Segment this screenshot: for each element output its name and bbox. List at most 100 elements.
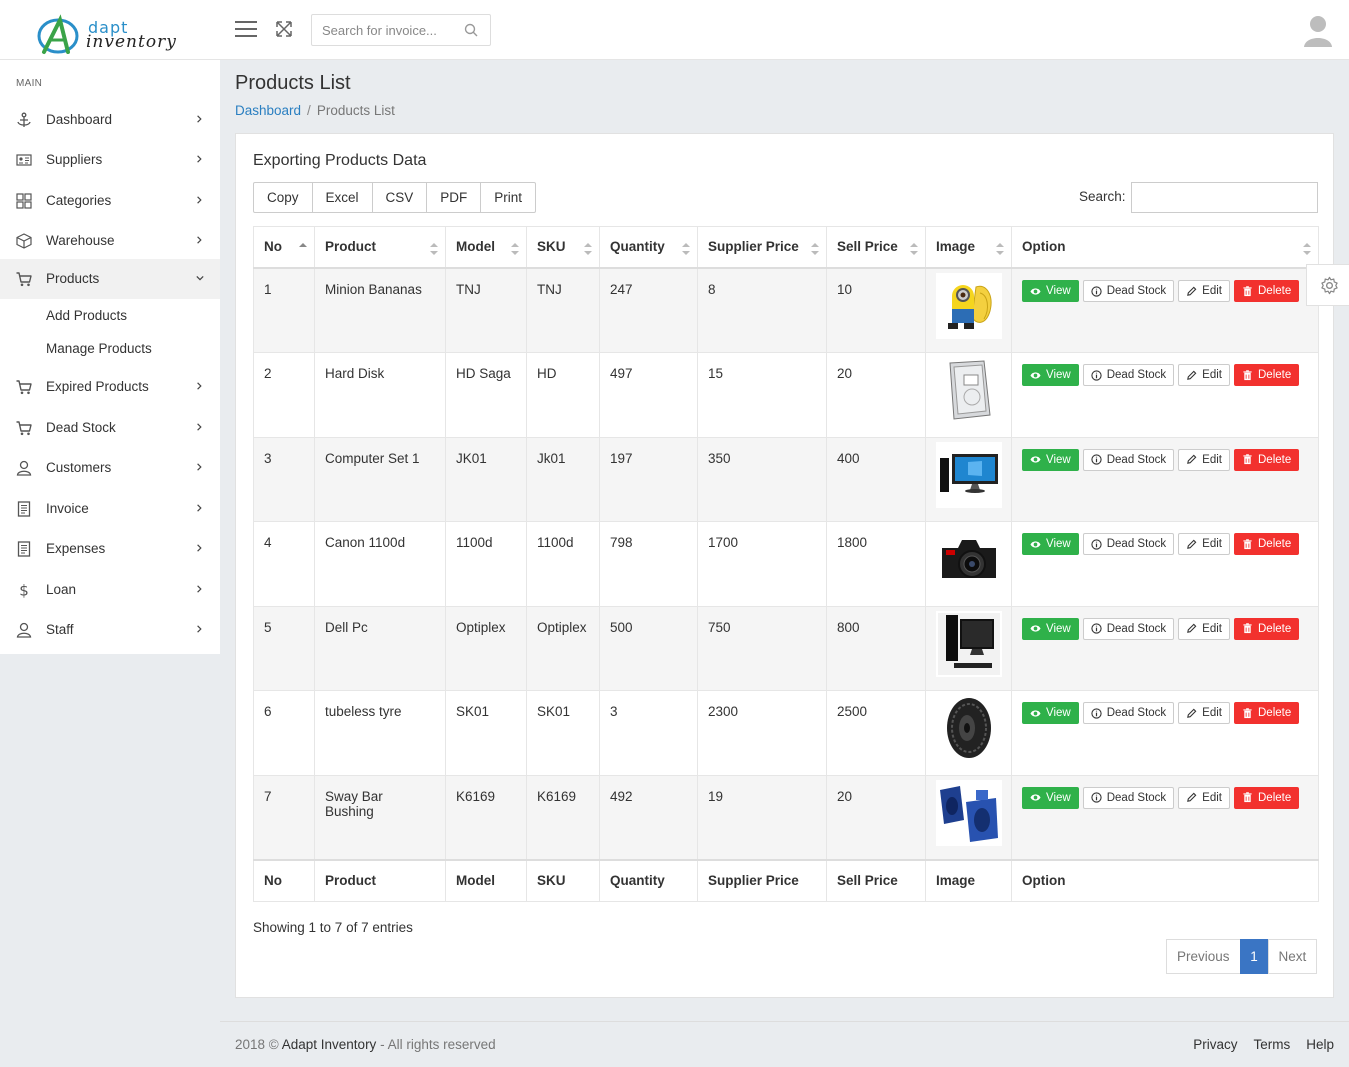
cell-sell-price: 20 — [826, 352, 926, 438]
sidebar-subitem-add-products[interactable]: Add Products — [46, 308, 127, 323]
product-image-minion[interactable] — [936, 273, 1002, 339]
breadcrumb-home-link[interactable]: Dashboard — [235, 103, 301, 118]
sidebar-item-staff[interactable]: Staff — [0, 610, 220, 650]
table-row[interactable]: 1 Minion Bananas TNJ TNJ 247 8 10 View Dead Stoc… — [253, 267, 1319, 353]
sidebar-item-categories[interactable]: Categories — [0, 181, 220, 221]
delete-button[interactable]: Delete — [1234, 617, 1300, 640]
pagination-previous[interactable]: Previous — [1166, 939, 1241, 974]
column-header-option[interactable]: Option — [1011, 226, 1319, 269]
view-button[interactable]: View — [1022, 702, 1079, 724]
sidebar-item-suppliers[interactable]: Suppliers — [0, 140, 220, 180]
sort-icon[interactable] — [811, 243, 819, 255]
sidebar-item-dashboard[interactable]: Dashboard — [0, 100, 220, 140]
edit-button[interactable]: Edit — [1178, 617, 1230, 640]
app-logo[interactable]: dapt inventory — [36, 14, 186, 56]
sidebar-item-invoice[interactable]: Invoice — [0, 489, 220, 529]
dead-stock-button[interactable]: Dead Stock — [1082, 617, 1175, 640]
pagination-next[interactable]: Next — [1267, 939, 1318, 974]
edit-button[interactable]: Edit — [1178, 786, 1230, 809]
sidebar-item-loan[interactable]: $ Loan — [0, 570, 220, 610]
column-header-no[interactable]: No — [253, 226, 315, 269]
table-search-input[interactable] — [1131, 182, 1318, 213]
edit-button[interactable]: Edit — [1178, 364, 1230, 386]
sort-icon[interactable] — [682, 243, 690, 255]
footer-link-terms[interactable]: Terms — [1253, 1037, 1290, 1052]
column-header-quantity[interactable]: Quantity — [599, 226, 698, 269]
sidebar-item-expired-products[interactable]: Expired Products — [0, 367, 220, 407]
sidebar-item-dead-stock[interactable]: Dead Stock — [0, 408, 220, 448]
delete-button[interactable]: Delete — [1234, 533, 1300, 555]
sidebar-item-warehouse[interactable]: Warehouse — [0, 221, 220, 261]
product-image-dellpc[interactable] — [936, 610, 1002, 677]
edit-button[interactable]: Edit — [1178, 702, 1230, 724]
search-icon[interactable] — [464, 23, 478, 37]
delete-button[interactable]: Delete — [1234, 448, 1300, 471]
delete-button[interactable]: Delete — [1234, 280, 1300, 302]
sidebar-item-products[interactable]: Products — [0, 259, 220, 299]
menu-toggle-icon[interactable] — [235, 21, 257, 37]
sort-icon[interactable] — [996, 243, 1004, 255]
sort-icon[interactable] — [910, 243, 918, 255]
product-image-tyre[interactable] — [936, 695, 1002, 761]
settings-tab[interactable] — [1306, 264, 1349, 306]
pagination-page-1[interactable]: 1 — [1239, 939, 1269, 974]
view-button[interactable]: View — [1022, 364, 1079, 386]
view-button[interactable]: View — [1022, 617, 1079, 640]
cell-image — [925, 774, 1012, 860]
user-avatar-icon[interactable] — [1304, 13, 1332, 47]
delete-button[interactable]: Delete — [1234, 786, 1300, 809]
column-header-product[interactable]: Product — [314, 226, 446, 269]
sidebar-subitem-manage-products[interactable]: Manage Products — [46, 341, 152, 356]
column-header-model[interactable]: Model — [445, 226, 527, 269]
dead-stock-button[interactable]: Dead Stock — [1082, 364, 1175, 386]
column-footer-model: Model — [445, 858, 527, 902]
product-image-camera[interactable] — [936, 526, 1002, 592]
print-button[interactable]: Print — [480, 182, 537, 213]
view-button[interactable]: View — [1022, 448, 1079, 471]
sort-icon[interactable] — [584, 243, 592, 255]
footer-link-help[interactable]: Help — [1306, 1037, 1334, 1052]
pdf-button[interactable]: PDF — [426, 182, 482, 213]
table-row[interactable]: 7 Sway Bar Bushing K6169 K6169 492 19 20 View De… — [253, 774, 1319, 860]
excel-button[interactable]: Excel — [311, 182, 373, 213]
sort-icon[interactable] — [1303, 243, 1311, 255]
dead-stock-button[interactable]: Dead Stock — [1082, 702, 1175, 724]
footer-brand-link[interactable]: Adapt Inventory — [282, 1037, 377, 1052]
column-header-supplier-price[interactable]: Supplier Price — [697, 226, 827, 269]
edit-button[interactable]: Edit — [1178, 280, 1230, 302]
view-button[interactable]: View — [1022, 786, 1079, 809]
product-image-computer[interactable] — [936, 441, 1002, 508]
csv-button[interactable]: CSV — [371, 182, 428, 213]
copy-button[interactable]: Copy — [253, 182, 313, 213]
cell-sell-price: 1800 — [826, 521, 926, 607]
dead-stock-button[interactable]: Dead Stock — [1082, 448, 1175, 471]
edit-button[interactable]: Edit — [1178, 448, 1230, 471]
product-image-harddisk[interactable] — [936, 357, 1002, 423]
table-row[interactable]: 2 Hard Disk HD Saga HD 497 15 20 View Dead Stock… — [253, 352, 1319, 438]
column-header-image[interactable]: Image — [925, 226, 1012, 269]
view-button[interactable]: View — [1022, 533, 1079, 555]
delete-button[interactable]: Delete — [1234, 364, 1300, 386]
sort-icon[interactable] — [299, 243, 307, 255]
product-image-bushing[interactable] — [936, 779, 1002, 846]
edit-button[interactable]: Edit — [1178, 533, 1230, 555]
dead-stock-button[interactable]: Dead Stock — [1082, 786, 1175, 809]
fullscreen-icon[interactable] — [276, 21, 292, 37]
table-row[interactable]: 6 tubeless tyre SK01 SK01 3 2300 2500 View Dead … — [253, 690, 1319, 776]
delete-button[interactable]: Delete — [1234, 702, 1300, 724]
column-header-sell-price[interactable]: Sell Price — [826, 226, 926, 269]
dead-stock-button[interactable]: Dead Stock — [1082, 280, 1175, 302]
footer-link-privacy[interactable]: Privacy — [1193, 1037, 1237, 1052]
sort-icon[interactable] — [511, 243, 519, 255]
global-search-input[interactable] — [312, 15, 462, 45]
column-header-sku[interactable]: SKU — [526, 226, 600, 269]
table-row[interactable]: 5 Dell Pc Optiplex Optiplex 500 750 800 View Dea… — [253, 605, 1319, 691]
table-row[interactable]: 3 Computer Set 1 JK01 Jk01 197 350 400 View Dead… — [253, 436, 1319, 522]
sort-icon[interactable] — [430, 243, 438, 255]
sidebar-item-expenses[interactable]: Expenses — [0, 529, 220, 569]
dead-stock-button[interactable]: Dead Stock — [1082, 533, 1175, 555]
chevron-right-icon — [197, 382, 202, 390]
sidebar-item-customers[interactable]: Customers — [0, 448, 220, 488]
table-row[interactable]: 4 Canon 1100d 1100d 1100d 798 1700 1800 View Dea… — [253, 521, 1319, 607]
view-button[interactable]: View — [1022, 280, 1079, 302]
